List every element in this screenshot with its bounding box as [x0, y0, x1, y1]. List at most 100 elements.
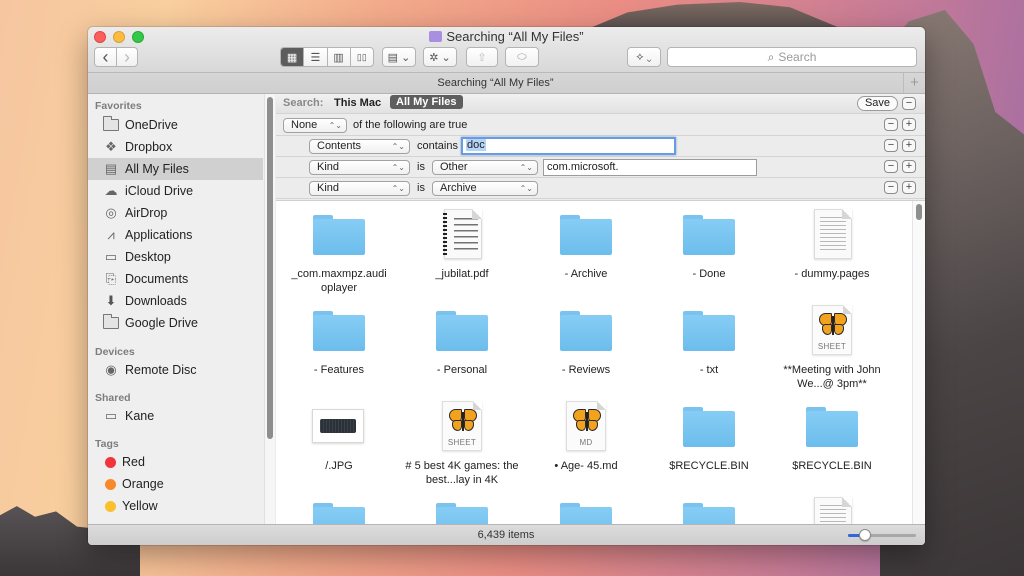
sidebar-item-label: Desktop [125, 250, 171, 264]
title-bar: Searching “All My Files” ‹ › ▦ ☰ ▥ ▯▯ ▤ … [88, 27, 925, 73]
sidebar-item-airdrop[interactable]: ◎ AirDrop [88, 202, 263, 224]
keyboard-image [320, 419, 356, 433]
dropbox-button[interactable]: ⟡ ⌄ [627, 47, 661, 67]
search-input[interactable]: ⌕ Search [667, 47, 917, 67]
add-rule-button[interactable]: + [902, 181, 916, 194]
file-item[interactable]: - txt [651, 305, 767, 377]
scope-all-my-files-button[interactable]: All My Files [390, 95, 463, 109]
tab-searching-all-my-files[interactable]: Searching “All My Files” [88, 77, 903, 89]
file-item[interactable] [404, 497, 520, 524]
folder-file-icon [311, 305, 367, 355]
file-item[interactable] [281, 497, 397, 524]
sidebar-item-tag-yellow[interactable]: Yellow [88, 495, 263, 517]
forward-button[interactable]: › [115, 48, 137, 66]
file-item[interactable]: - Reviews [528, 305, 644, 377]
content-scrollbar-track[interactable] [912, 201, 925, 524]
cloud-icon: ☁ [104, 183, 118, 198]
sidebar-item-google-drive[interactable]: Google Drive [88, 312, 263, 334]
share-button[interactable]: ⇧ [466, 47, 498, 67]
sidebar-item-tag-red[interactable]: Red [88, 451, 263, 473]
back-button[interactable]: ‹ [95, 48, 116, 66]
arrange-button[interactable]: ▤ ⌄ [382, 47, 416, 67]
file-item[interactable]: MD • Age- 45.md [528, 401, 644, 473]
file-item[interactable]: SHEET **Meeting with John We...@ 3pm** [774, 305, 890, 391]
new-tab-button[interactable]: + [903, 73, 925, 93]
file-name: - Reviews [561, 364, 611, 376]
sidebar-item-documents[interactable]: ⎘ Documents [88, 268, 263, 290]
file-item[interactable]: - dummy.pages [774, 209, 890, 281]
file-item[interactable]: $RECYCLE.BIN [774, 401, 890, 473]
file-item[interactable] [774, 497, 890, 524]
plus-icon: + [905, 181, 913, 193]
rule-kind-other-input[interactable]: com.microsoft. [543, 159, 757, 176]
rule-attribute-popup[interactable]: Kind ⌃⌄ [309, 181, 410, 196]
add-rule-button[interactable]: + [902, 139, 916, 152]
file-item[interactable]: _com.maxmpz.audi oplayer [281, 209, 397, 295]
folder-file-icon [804, 401, 860, 451]
sidebar-item-tag-orange[interactable]: Orange [88, 473, 263, 495]
folder-file-icon [434, 305, 490, 355]
status-bar: 6,439 items [88, 524, 925, 545]
tab-bar: Searching “All My Files” + [88, 73, 925, 94]
file-name: **Meeting with John We...@ 3pm** [783, 364, 881, 390]
search-scope-label: Search: [283, 97, 324, 109]
sidebar-item-applications[interactable]: ⩘ Applications [88, 224, 263, 246]
rule-attribute-popup[interactable]: Kind ⌃⌄ [309, 160, 410, 175]
file-type-badge: SHEET [447, 438, 477, 447]
remove-rule-button[interactable]: − [884, 181, 898, 194]
icon-view-button[interactable]: ▦ [281, 48, 304, 66]
rule-attribute-popup[interactable]: Contents ⌃⌄ [309, 139, 410, 154]
scope-this-mac-button[interactable]: This Mac [334, 97, 381, 109]
add-rule-button[interactable]: + [902, 160, 916, 173]
file-item[interactable] [651, 497, 767, 524]
content-scrollbar-thumb[interactable] [916, 204, 922, 220]
folder-body [436, 315, 488, 351]
column-view-button[interactable]: ▥ [326, 48, 350, 66]
icon-size-slider-knob[interactable] [859, 529, 871, 541]
sidebar-item-remote-disc[interactable]: ◉ Remote Disc [88, 359, 263, 381]
sidebar-item-all-my-files[interactable]: ▤ All My Files [88, 158, 263, 180]
action-button[interactable]: ✲ ⌄ [423, 47, 457, 67]
remove-rule-button[interactable]: − [884, 118, 898, 131]
item-count: 6,439 items [477, 529, 535, 541]
file-name: - Personal [436, 364, 488, 376]
sidebar-item-onedrive[interactable]: OneDrive [88, 114, 263, 136]
sidebar-item-label: OneDrive [125, 118, 178, 132]
sidebar-item-downloads[interactable]: ⬇ Downloads [88, 290, 263, 312]
rule-kind-popup[interactable]: Archive ⌃⌄ [432, 181, 538, 196]
file-item[interactable]: $RECYCLE.BIN [651, 401, 767, 473]
plus-icon: + [910, 74, 919, 91]
folder-file-icon [681, 209, 737, 259]
file-item[interactable]: - Personal [404, 305, 520, 377]
documents-icon: ⎘ [105, 271, 117, 286]
ulysses-file-icon: SHEET [804, 305, 860, 355]
file-item[interactable]: SHEET # 5 best 4K games: the best...lay i… [404, 401, 520, 487]
popup-arrows-icon: ⌃⌄ [519, 184, 533, 193]
sidebar-item-icloud-drive[interactable]: ☁ iCloud Drive [88, 180, 263, 202]
file-item[interactable]: - Features [281, 305, 397, 377]
remove-rule-button[interactable]: − [884, 160, 898, 173]
file-item[interactable]: /.JPG [281, 401, 397, 473]
rule-kind-popup[interactable]: Other ⌃⌄ [432, 160, 538, 175]
edit-tags-button[interactable]: ⬭ [505, 47, 539, 67]
sidebar-item-kane[interactable]: ▭ Kane [88, 405, 263, 427]
cover-flow-button[interactable]: ▯▯ [349, 48, 373, 66]
sidebar-item-label: Dropbox [125, 140, 173, 154]
file-item[interactable] [528, 497, 644, 524]
match-type-popup[interactable]: None ⌃⌄ [283, 118, 347, 133]
file-item[interactable]: - Done [651, 209, 767, 281]
sidebar-item-desktop[interactable]: ▭ Desktop [88, 246, 263, 268]
sidebar-item-dropbox[interactable]: ❖ Dropbox [88, 136, 263, 158]
remove-rule-button[interactable]: − [884, 139, 898, 152]
file-item[interactable]: _jubilat.pdf [404, 209, 520, 281]
sidebar-scrollbar-thumb[interactable] [267, 97, 273, 439]
folder-body [683, 507, 735, 524]
remove-criteria-button[interactable]: − [902, 97, 916, 110]
add-rule-button[interactable]: + [902, 118, 916, 131]
list-view-button[interactable]: ☰ [303, 48, 326, 66]
save-search-button[interactable]: Save [857, 96, 898, 111]
rule-value-input[interactable]: doc [461, 137, 676, 155]
file-item[interactable]: - Archive [528, 209, 644, 281]
gear-icon: ✲ ⌄ [429, 51, 451, 64]
icon-size-slider[interactable] [848, 529, 916, 541]
